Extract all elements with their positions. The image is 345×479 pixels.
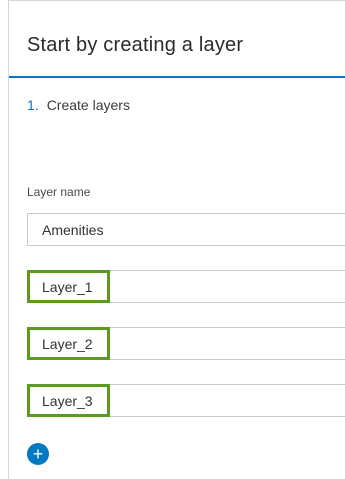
create-layer-panel: Start by creating a layer 1. Create layer… [8, 0, 345, 479]
plus-icon: + [32, 444, 44, 464]
layer-1-value: Layer_1 [42, 278, 93, 295]
layer-2-highlight[interactable]: Layer_2 [27, 327, 110, 360]
layer-3-highlight[interactable]: Layer_3 [27, 384, 110, 417]
layer-name-value: Amenities [42, 221, 104, 238]
layer-2-value: Layer_2 [42, 335, 93, 352]
layer-name-label: Layer name [27, 185, 91, 199]
step-indicator: 1. Create layers [27, 97, 130, 113]
layer-name-input[interactable]: Amenities [27, 213, 345, 246]
layer-3-value: Layer_3 [42, 392, 93, 409]
layer-1-highlight[interactable]: Layer_1 [27, 270, 110, 303]
panel-header: Start by creating a layer [9, 1, 345, 78]
step-label: Create layers [46, 97, 130, 113]
step-number: 1. [27, 97, 39, 113]
panel-title: Start by creating a layer [27, 34, 244, 56]
add-layer-button[interactable]: + [27, 443, 49, 465]
